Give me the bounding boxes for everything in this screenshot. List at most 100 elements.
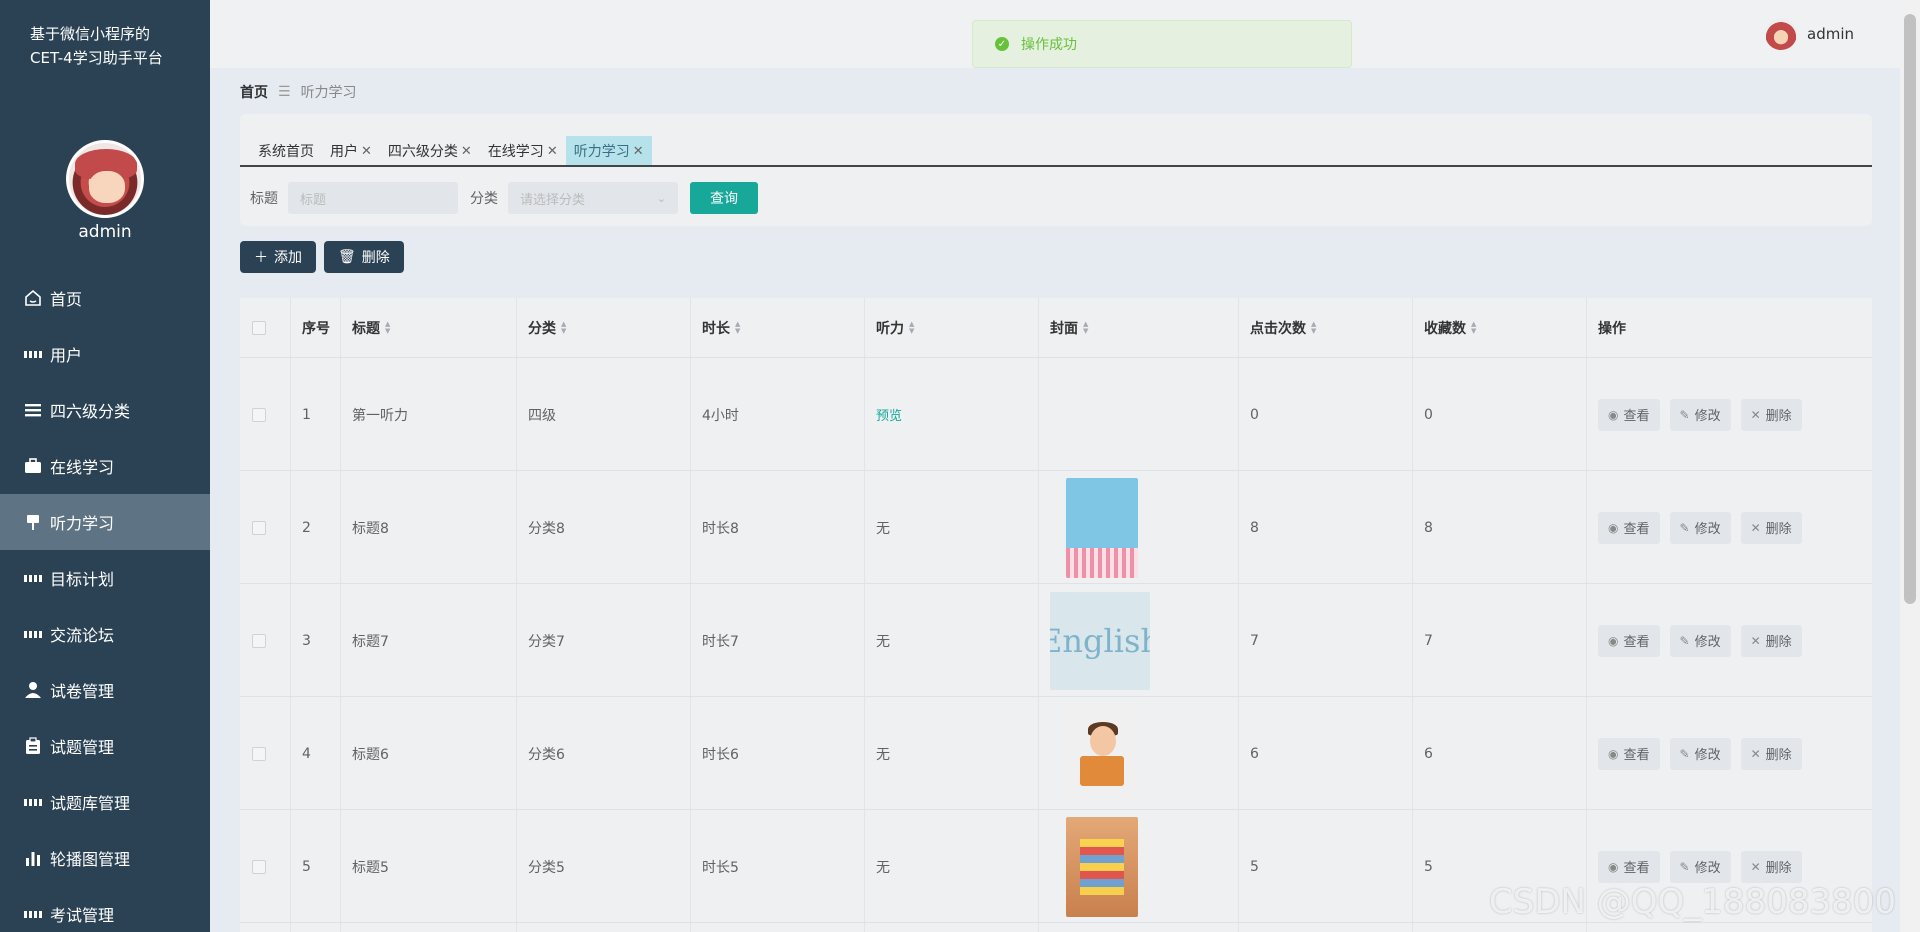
- category-select[interactable]: 请选择分类 ⌄: [508, 182, 678, 214]
- sort-icon[interactable]: ▲ ▼: [561, 321, 566, 335]
- tab-listening[interactable]: 听力学习 ✕: [565, 136, 652, 166]
- view-button[interactable]: ◉ 查看: [1598, 511, 1660, 544]
- tab-category[interactable]: 四六级分类 ✕: [380, 136, 480, 166]
- toolbar: ＋ 添加 🗑︎ 删除: [240, 241, 404, 273]
- row-checkbox[interactable]: [252, 584, 266, 697]
- cover-image[interactable]: English: [1050, 591, 1150, 690]
- view-button[interactable]: ◉ 查看: [1598, 737, 1660, 770]
- sidebar-item-home[interactable]: 首页: [0, 270, 210, 326]
- cover-image[interactable]: [1066, 703, 1138, 804]
- close-icon[interactable]: ✕: [361, 144, 372, 159]
- sort-icon[interactable]: ▲ ▼: [1311, 321, 1316, 335]
- view-button[interactable]: ◉ 查看: [1598, 624, 1660, 657]
- header-cover[interactable]: 封面 ▲ ▼: [1050, 298, 1088, 358]
- cell-category: 四级: [528, 407, 556, 424]
- cell-cover: English: [1050, 584, 1150, 697]
- sidebar-item-label: 试题管理: [50, 738, 115, 757]
- delete-row-button[interactable]: ✕ 删除: [1740, 511, 1802, 544]
- edit-icon: ✎: [1679, 407, 1690, 422]
- page-scrollbar[interactable]: [1900, 0, 1920, 932]
- close-icon[interactable]: ✕: [461, 144, 472, 159]
- sidebar-item-carousel[interactable]: 轮播图管理: [0, 830, 210, 886]
- delete-row-button[interactable]: ✕ 删除: [1740, 398, 1802, 431]
- grid-icon: [24, 793, 42, 811]
- sidebar-item-question-bank[interactable]: 试题库管理: [0, 774, 210, 830]
- edit-button[interactable]: ✎ 修改: [1669, 737, 1731, 770]
- query-button[interactable]: 查询: [690, 182, 758, 214]
- sidebar-item-goals[interactable]: 目标计划: [0, 550, 210, 606]
- cell-title: 第一听力: [352, 407, 408, 424]
- add-button[interactable]: ＋ 添加: [240, 241, 316, 273]
- cell-ops: ◉ 查看 ✎ 修改 ✕ 删除: [1598, 584, 1812, 697]
- cell-favorites: 6: [1424, 745, 1433, 762]
- delete-row-button[interactable]: ✕ 删除: [1740, 624, 1802, 657]
- delete-button[interactable]: 🗑︎ 删除: [324, 241, 404, 273]
- pin-icon: [24, 513, 42, 531]
- scrollbar-thumb[interactable]: [1904, 14, 1916, 604]
- cell-clicks: 7: [1250, 632, 1259, 649]
- tab-system-home[interactable]: 系统首页: [250, 136, 322, 166]
- sidebar-username: admin: [78, 222, 132, 242]
- close-icon[interactable]: ✕: [633, 144, 644, 159]
- app-title-line1: 基于微信小程序的: [30, 25, 151, 43]
- close-icon[interactable]: ✕: [547, 144, 558, 159]
- app-title-line2: CET-4学习助手平台: [30, 49, 163, 67]
- cover-figure-book: [1080, 755, 1124, 786]
- cell-favorites: 7: [1424, 632, 1433, 649]
- edit-button[interactable]: ✎ 修改: [1669, 850, 1731, 883]
- sidebar-item-questions[interactable]: 试题管理: [0, 718, 210, 774]
- row-checkbox[interactable]: [252, 810, 266, 923]
- sidebar-item-label: 考试管理: [50, 906, 115, 925]
- header-duration[interactable]: 时长 ▲ ▼: [702, 298, 740, 358]
- edit-button[interactable]: ✎ 修改: [1669, 511, 1731, 544]
- delete-row-button[interactable]: ✕ 删除: [1740, 737, 1802, 770]
- header-clicks[interactable]: 点击次数 ▲ ▼: [1250, 298, 1316, 358]
- row-checkbox[interactable]: [252, 471, 266, 584]
- title-input[interactable]: 标题: [288, 182, 458, 214]
- sidebar-item-label: 轮播图管理: [50, 850, 131, 869]
- sort-icon[interactable]: ▲ ▼: [1083, 321, 1088, 335]
- user-menu[interactable]: admin: [1765, 18, 1854, 50]
- delete-label: 删除: [361, 250, 390, 266]
- preview-link[interactable]: 预览: [876, 405, 902, 424]
- tab-label: 系统首页: [258, 144, 314, 160]
- cell-category: 分类6: [528, 746, 565, 763]
- cover-image[interactable]: [1066, 477, 1138, 578]
- edit-button[interactable]: ✎ 修改: [1669, 398, 1731, 431]
- sort-icon[interactable]: ▲ ▼: [385, 321, 390, 335]
- delete-row-button[interactable]: ✕ 删除: [1740, 850, 1802, 883]
- cell-clicks: 5: [1250, 858, 1259, 875]
- row-checkbox[interactable]: [252, 358, 266, 471]
- header-title[interactable]: 标题 ▲ ▼: [352, 298, 390, 358]
- edit-icon: ✎: [1679, 520, 1690, 535]
- cell-listening: 无: [876, 859, 890, 876]
- row-checkbox[interactable]: [252, 697, 266, 810]
- tab-users[interactable]: 用户 ✕: [322, 136, 380, 166]
- sort-icon[interactable]: ▲ ▼: [1471, 321, 1476, 335]
- select-all-checkbox[interactable]: [252, 298, 266, 358]
- view-button[interactable]: ◉ 查看: [1598, 850, 1660, 883]
- sidebar-item-listening[interactable]: 听力学习: [0, 494, 210, 550]
- header-listening-label: 听力: [876, 321, 904, 337]
- sort-icon[interactable]: ▲ ▼: [735, 321, 740, 335]
- header-favorites[interactable]: 收藏数 ▲ ▼: [1424, 298, 1476, 358]
- breadcrumb-home[interactable]: 首页: [240, 82, 268, 102]
- data-table: 序号 标题 ▲ ▼ 分类 ▲ ▼ 时长 ▲ ▼ 听力 ▲ ▼ 封面 ▲ ▼ 点击次数 ▲ ▼ 收藏数 ▲ ▼…: [240, 298, 1872, 932]
- sidebar-item-users[interactable]: 用户: [0, 326, 210, 382]
- cover-image[interactable]: [1066, 816, 1138, 917]
- sidebar-item-forum[interactable]: 交流论坛: [0, 606, 210, 662]
- view-button[interactable]: ◉ 查看: [1598, 398, 1660, 431]
- header-category[interactable]: 分类 ▲ ▼: [528, 298, 566, 358]
- sort-icon[interactable]: ▲ ▼: [909, 321, 914, 335]
- sidebar-item-exams[interactable]: 考试管理: [0, 886, 210, 932]
- header-ops: 操作: [1598, 321, 1626, 337]
- cell-ops: ◉ 查看 ✎ 修改 ✕ 删除: [1598, 358, 1812, 471]
- sidebar-item-papers[interactable]: 试卷管理: [0, 662, 210, 718]
- sidebar-item-category[interactable]: 四六级分类: [0, 382, 210, 438]
- close-icon: ✕: [1750, 407, 1761, 422]
- sidebar-item-online-learning[interactable]: 在线学习: [0, 438, 210, 494]
- header-listening[interactable]: 听力 ▲ ▼: [876, 298, 914, 358]
- tab-underline: [240, 165, 1872, 167]
- edit-button[interactable]: ✎ 修改: [1669, 624, 1731, 657]
- tab-online-learning[interactable]: 在线学习 ✕: [480, 136, 566, 166]
